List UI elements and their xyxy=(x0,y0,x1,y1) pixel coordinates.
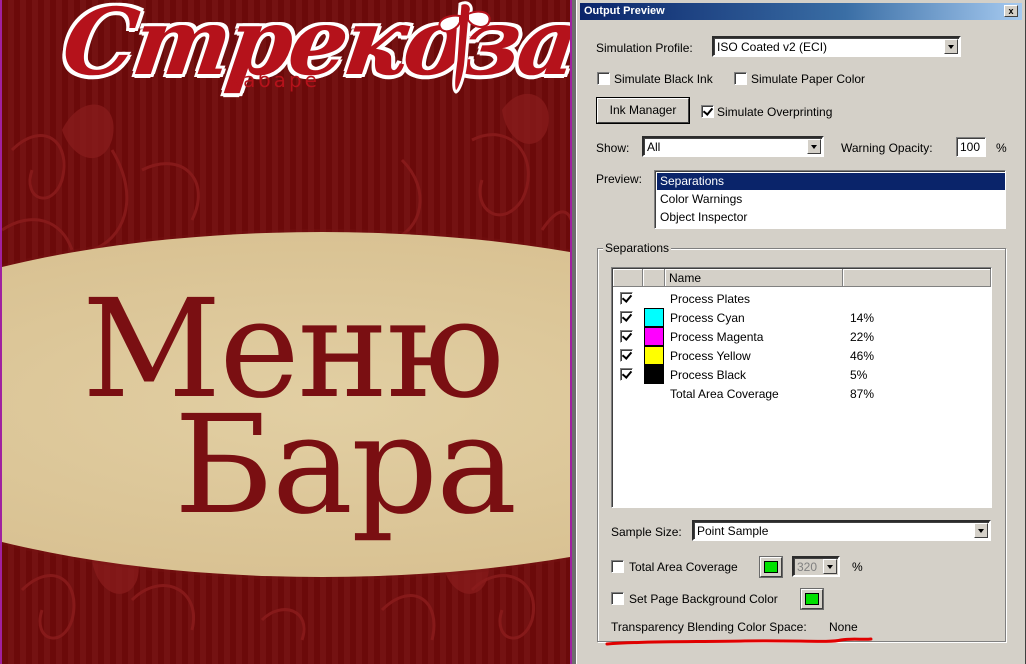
total-area-coverage-unit: % xyxy=(852,560,863,574)
separation-name: Total Area Coverage xyxy=(670,387,779,401)
table-row[interactable]: Process Cyan 14% xyxy=(613,308,991,327)
separations-group-label: Separations xyxy=(603,241,672,255)
chevron-down-icon[interactable] xyxy=(807,139,821,154)
table-row[interactable]: Total Area Coverage 87% xyxy=(613,384,991,403)
header-percent-column[interactable] xyxy=(843,269,991,287)
separation-percent: 87% xyxy=(850,387,875,401)
dragonfly-icon xyxy=(438,1,491,94)
chevron-down-icon[interactable] xyxy=(823,559,837,574)
transparency-blending-value: None xyxy=(829,620,858,634)
show-value: All xyxy=(647,140,661,154)
total-area-coverage-select[interactable]: 320 xyxy=(792,556,840,577)
separation-checkbox[interactable] xyxy=(620,330,633,343)
separations-table[interactable]: Name Process Plates Process Cyan 14% Pro… xyxy=(611,267,992,508)
separation-checkbox[interactable] xyxy=(620,292,633,305)
preview-item-object-inspector[interactable]: Object Inspector xyxy=(657,209,1005,226)
chevron-down-icon[interactable] xyxy=(974,523,988,538)
separation-name: Process Magenta xyxy=(670,330,764,344)
simulate-paper-color-checkbox[interactable] xyxy=(734,72,747,85)
simulate-overprinting-label[interactable]: Simulate Overprinting xyxy=(717,105,832,119)
separation-checkbox[interactable] xyxy=(620,349,633,362)
preview-label: Preview: xyxy=(596,172,643,186)
ink-manager-button[interactable]: Ink Manager xyxy=(597,98,689,123)
simulate-paper-color-label[interactable]: Simulate Paper Color xyxy=(751,72,865,86)
simulate-overprinting-checkbox[interactable] xyxy=(701,105,714,118)
cyan-swatch xyxy=(644,308,664,327)
table-row[interactable]: Process Plates xyxy=(613,289,991,308)
simulate-black-ink-label[interactable]: Simulate Black Ink xyxy=(614,72,713,86)
separation-checkbox[interactable] xyxy=(620,368,633,381)
red-underline-annotation xyxy=(605,637,873,646)
total-area-coverage-label[interactable]: Total Area Coverage xyxy=(629,560,738,574)
simulation-profile-value: ISO Coated v2 (ECI) xyxy=(717,40,828,54)
show-label: Show: xyxy=(596,141,630,155)
yellow-swatch xyxy=(644,346,664,365)
table-row[interactable]: Process Black 5% xyxy=(613,365,991,384)
header-color-column[interactable] xyxy=(643,269,665,287)
header-name-column[interactable]: Name xyxy=(665,269,843,287)
sample-size-select[interactable]: Point Sample xyxy=(692,520,991,541)
transparency-blending-label: Transparency Blending Color Space: xyxy=(611,620,807,634)
dialog-title: Output Preview xyxy=(584,5,665,17)
set-page-background-checkbox[interactable] xyxy=(611,592,624,605)
separation-percent: 22% xyxy=(850,330,875,344)
table-row[interactable]: Process Magenta 22% xyxy=(613,327,991,346)
separation-name: Process Yellow xyxy=(670,349,751,363)
simulation-profile-label: Simulation Profile: xyxy=(596,41,693,55)
set-page-background-label[interactable]: Set Page Background Color xyxy=(629,592,778,606)
separation-percent: 14% xyxy=(850,311,875,325)
table-row[interactable]: Process Yellow 46% xyxy=(613,346,991,365)
preview-item-color-warnings[interactable]: Color Warnings xyxy=(657,191,1005,208)
page-background-swatch-button[interactable] xyxy=(801,589,823,609)
separation-checkbox[interactable] xyxy=(620,311,633,324)
green-swatch xyxy=(764,561,778,573)
warning-opacity-label: Warning Opacity: xyxy=(841,141,933,155)
sample-size-label: Sample Size: xyxy=(611,525,682,539)
sample-size-value: Point Sample xyxy=(697,524,769,538)
simulation-profile-select[interactable]: ISO Coated v2 (ECI) xyxy=(712,36,961,57)
preview-item-separations[interactable]: Separations xyxy=(657,173,1005,190)
document-canvas: Стрекоза кабаре Меню Бара xyxy=(0,0,572,664)
simulate-black-ink-checkbox[interactable] xyxy=(597,72,610,85)
total-area-coverage-checkbox[interactable] xyxy=(611,560,624,573)
menu-title-line2: Бара xyxy=(174,387,517,545)
green-swatch xyxy=(805,593,819,605)
dialog-titlebar[interactable]: Output Preview x xyxy=(580,3,1022,20)
coverage-color-swatch-button[interactable] xyxy=(760,557,782,577)
total-area-coverage-value: 320 xyxy=(797,560,818,574)
separations-table-header: Name xyxy=(613,269,991,287)
separation-name: Process Black xyxy=(670,368,747,382)
warning-opacity-input[interactable]: 100 xyxy=(956,137,986,157)
chevron-down-icon[interactable] xyxy=(944,39,958,54)
separation-percent: 46% xyxy=(850,349,875,363)
separation-name: Process Cyan xyxy=(670,311,745,325)
separation-name: Process Plates xyxy=(670,292,751,306)
close-button[interactable]: x xyxy=(1004,5,1018,17)
black-swatch xyxy=(644,365,664,384)
show-select[interactable]: All xyxy=(642,136,824,157)
separation-percent: 5% xyxy=(850,368,868,382)
warning-opacity-unit: % xyxy=(996,141,1007,155)
magenta-swatch xyxy=(644,327,664,346)
logo-subtitle: кабаре xyxy=(228,68,320,92)
header-check-column[interactable] xyxy=(613,269,643,287)
preview-list[interactable]: Separations Color Warnings Object Inspec… xyxy=(654,170,1006,229)
